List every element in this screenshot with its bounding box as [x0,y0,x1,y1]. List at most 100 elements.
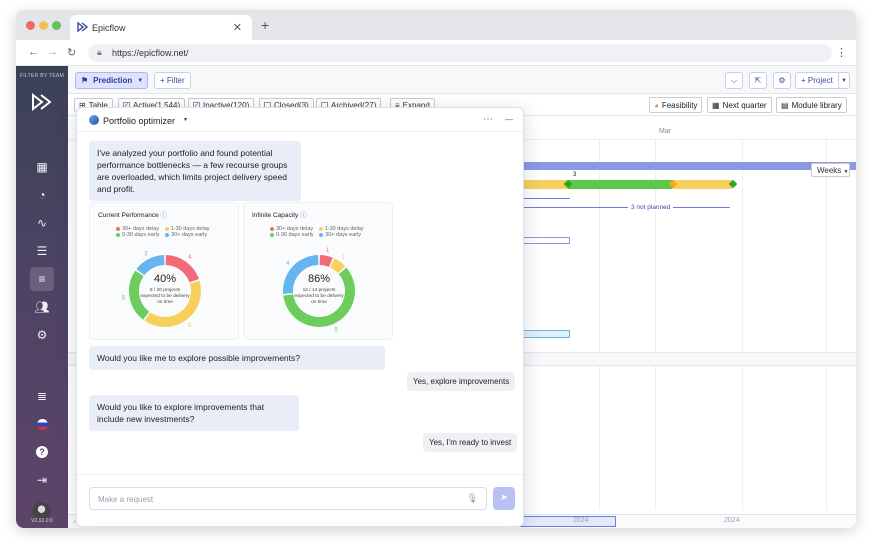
donut-segment-label: 4 [286,261,290,267]
search-report-icon[interactable]: ≣ [30,384,54,408]
user-reply[interactable]: Yes, I'm ready to invest [423,433,518,452]
tab-close-icon[interactable]: ✕ [233,21,242,34]
url-field[interactable]: 🔒︎ https://epicflow.net/ [88,44,832,62]
project-bar-light[interactable] [524,330,570,338]
project-bar-blue[interactable] [524,162,856,170]
gantt-icon[interactable]: ≡ [30,267,54,291]
flag-icon[interactable] [30,412,54,436]
donut-subtitle: 8 / 20 projects expected to be delivery … [140,288,190,306]
users-icon[interactable]: 👥︎ [30,295,54,319]
donut-chart: 1 1 9 4 [283,248,355,333]
donut-segment-label: 4 [188,255,192,261]
library-icon: ▤ [781,100,789,110]
year-label: 2024 [573,517,589,524]
donut-segment [329,258,346,274]
reload-icon[interactable]: ↻ [67,46,76,59]
filter-by-team-label[interactable]: FILTER BY TEAM [16,73,68,79]
grid-line [742,140,743,510]
chevron-down-icon: ▼ [137,77,144,84]
chevron-down-icon: ▼ [843,169,849,175]
next-quarter-label: Next quarter [722,100,767,110]
infinite-capacity-card: Infinite Capacity ⓘ 30+ days delay 1-30 … [243,202,393,340]
lock-icon: 🔒︎ [97,47,102,57]
list-icon[interactable]: ☰ [30,239,54,263]
minimize-icon[interactable]: — [505,115,513,124]
calendar-icon: ▦ [712,100,720,110]
prediction-dropdown[interactable]: ⚑ Prediction ▼ [75,72,148,89]
project-menu-chevron-icon[interactable]: ▼ [838,72,850,89]
optimizer-icon [89,115,99,125]
message-composer: Make a request 🎙︎ ➤ [77,474,523,526]
donut-segment-label: 3 [144,252,148,258]
project-bar-outline[interactable] [524,237,570,244]
address-bar-row: ← → ↻ 🔒︎ https://epicflow.net/ ⋮ [16,40,856,66]
microphone-icon[interactable]: 🎙︎ [467,493,478,504]
assistant-message: Would you like me to explore possible im… [89,346,385,370]
zoom-dropdown[interactable]: Weeks ▼ [811,163,850,177]
new-tab-button[interactable]: + [261,17,269,33]
donut-chart: 4 8 5 3 [122,252,201,329]
zoom-label: Weeks [817,166,842,175]
panel-title[interactable]: Portfolio optimizer [103,116,175,126]
assistant-message: I've analyzed your portfolio and found p… [89,141,301,201]
url-text: https://epicflow.net/ [112,48,189,58]
epicflow-favicon-icon [77,22,88,32]
request-input[interactable]: Make a request 🎙︎ [89,487,487,510]
donut-subtitle: 12 / 14 projects expected to be delivery… [294,288,344,306]
donut-subtitle-text: 8 / 20 projects expected to be delivery … [140,288,190,305]
next-quarter-button[interactable]: ▦ Next quarter [707,97,772,113]
tab-bar: Epicflow ✕ + [16,10,856,40]
user-reply[interactable]: Yes, explore improvements [407,372,516,391]
panel-header: Portfolio optimizer ▼ ⋯ — [77,108,523,132]
project-bar-yellow[interactable] [672,180,732,189]
browser-window: Epicflow ✕ + ← → ↻ 🔒︎ https://epicflow.n… [16,10,856,528]
more-options-icon[interactable]: ⋯ [483,114,493,125]
donut-segment [136,255,165,276]
feasibility-label: Feasibility [661,100,698,110]
milestone-label: 3 [573,172,577,178]
browser-tab[interactable]: Epicflow ✕ [70,15,252,40]
donut-percentage: 40% [153,273,177,285]
feasibility-button[interactable]: ◕ Feasibility [649,97,703,113]
browser-menu-icon[interactable]: ⋮ [836,46,847,59]
project-bar-yellow[interactable] [524,180,568,189]
feasibility-icon: ◕ [654,100,659,110]
module-library-button[interactable]: ▤ Module library [776,97,847,113]
donut-segment-label: 1 [326,248,330,254]
month-label: Mar [659,128,672,135]
filter-funnel-button[interactable]: ⌵ [725,72,743,89]
prediction-icon: ⚑ [81,76,89,85]
minimize-window-dot[interactable] [39,21,48,30]
project-bar-green[interactable] [568,180,672,189]
top-toolbar: ⚑ Prediction ▼ + Filter ⌵ ⇱ ⚙ + Project … [68,66,856,94]
year-label: 2024 [724,517,740,524]
current-performance-card: Current Performance ⓘ 30+ days delay 1-3… [89,202,239,340]
grid-line [599,140,600,510]
add-filter-button[interactable]: + Filter [154,72,191,89]
forward-arrow-icon[interactable]: → [47,46,58,58]
settings-icon[interactable]: ⚙ [30,323,54,347]
maximize-window-dot[interactable] [52,21,61,30]
chevron-down-icon[interactable]: ▼ [183,117,188,123]
donut-segment-label: 9 [334,327,338,333]
send-button[interactable]: ➤ [493,487,515,510]
donut-segment-label: 8 [188,323,192,329]
dashboard-icon[interactable]: ◔ [30,183,54,207]
version-label: V2.92.0.0 [31,518,53,524]
send-icon: ➤ [500,492,508,502]
table-icon[interactable]: ▦ [30,155,54,179]
export-button[interactable]: ⇱ [749,72,767,89]
close-window-dot[interactable] [26,21,35,30]
dependency-arrow [524,198,570,199]
logout-icon[interactable]: ⇥ [30,468,54,492]
help-icon[interactable]: ? [30,440,54,464]
donut-percentage: 86% [307,273,331,285]
back-arrow-icon[interactable]: ← [28,46,39,58]
not-planned-label: 3 not planned [628,204,674,211]
app-sidebar: FILTER BY TEAM ▦ ◔ ∿ ☰ ≡ 👥︎ ⚙ ≣ ? ⇥ V2.9… [16,66,68,528]
pulse-icon[interactable]: ∿ [30,211,54,235]
epicflow-logo-icon[interactable] [31,93,53,111]
portfolio-optimizer-panel: Portfolio optimizer ▼ ⋯ — I've analyzed … [76,107,524,527]
donut-segment-label: 1 [342,255,346,261]
settings-button[interactable]: ⚙ [773,72,791,89]
